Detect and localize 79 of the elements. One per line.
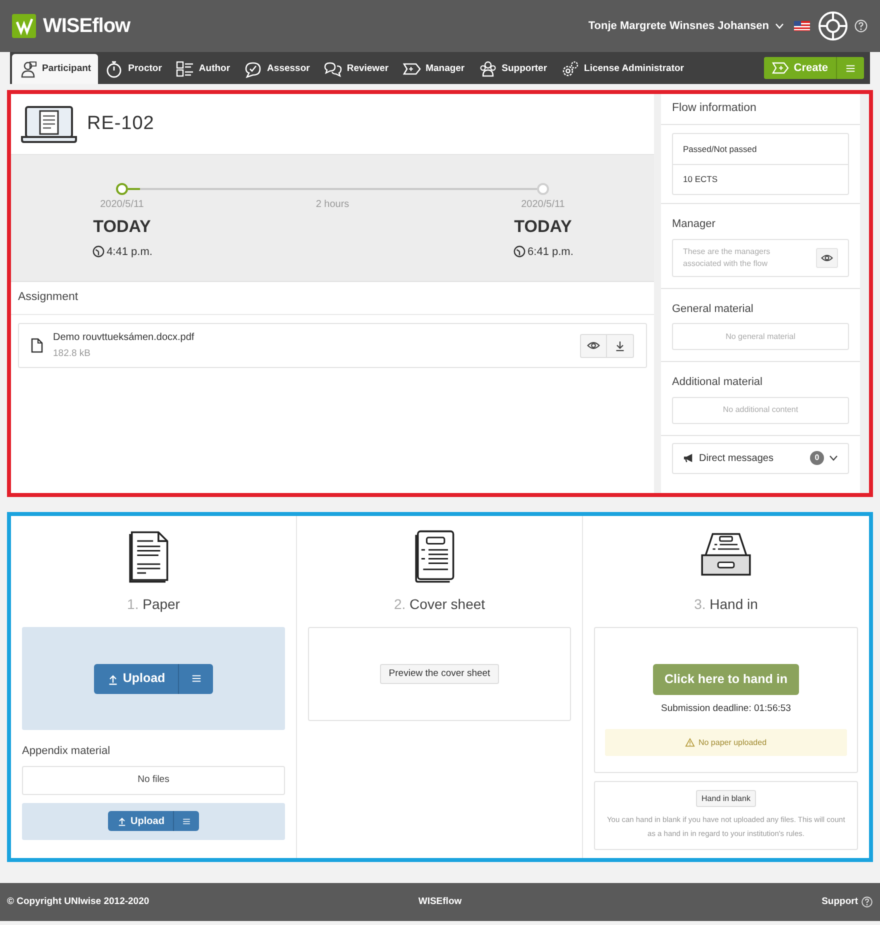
gears-icon bbox=[561, 60, 580, 78]
duration-label: 2 hours bbox=[316, 198, 350, 212]
menu-icon bbox=[845, 62, 856, 74]
deadline-label: Submission deadline: 01:56:53 bbox=[661, 702, 791, 716]
panel-heading: Additional material bbox=[672, 375, 764, 390]
avatar-icon[interactable] bbox=[818, 11, 848, 41]
date-label: 2020/5/11 bbox=[521, 198, 565, 212]
eye-icon bbox=[587, 339, 600, 352]
upload-icon bbox=[116, 816, 127, 826]
help-icon[interactable] bbox=[854, 19, 868, 33]
download-icon bbox=[614, 340, 626, 352]
upload-button[interactable]: Upload bbox=[108, 811, 174, 831]
role-tab[interactable]: Proctor bbox=[98, 54, 169, 84]
laptop-icon bbox=[21, 105, 77, 143]
empty-note: No additional content bbox=[722, 404, 798, 416]
support-link[interactable]: Support bbox=[573, 894, 873, 910]
role-tab[interactable]: Supporter bbox=[472, 54, 554, 84]
count-badge: 0 bbox=[810, 451, 824, 465]
upload-button[interactable]: Upload bbox=[94, 664, 178, 694]
day-label: TODAY bbox=[93, 216, 151, 238]
role-tab[interactable]: Reviewer bbox=[316, 54, 396, 84]
menu-button[interactable] bbox=[836, 57, 864, 79]
direct-messages-toggle[interactable]: Direct messages 0 bbox=[672, 442, 849, 474]
bubble-icon bbox=[244, 60, 262, 78]
info-item: 10 ECTS bbox=[683, 173, 718, 186]
footer-brand: WISEflow bbox=[418, 894, 462, 909]
empty-note: No general material bbox=[726, 330, 796, 342]
date-label: 2020/5/11 bbox=[100, 198, 144, 212]
manager-note: These are the managers associated with the flow bbox=[683, 246, 772, 270]
file-name[interactable]: Demo rouvttueksámen.docx.pdf bbox=[53, 330, 570, 345]
role-tab[interactable]: Manager bbox=[396, 54, 472, 84]
hand-in-blank-button[interactable]: Hand in blank bbox=[696, 790, 756, 807]
megaphone-icon bbox=[683, 453, 694, 463]
chevron-icon bbox=[775, 23, 784, 29]
step-title: 2. Cover sheet bbox=[394, 595, 486, 614]
role-tab[interactable]: License Administrator bbox=[554, 54, 691, 84]
copyright-text: © Copyright UNIwise 2012-2020 bbox=[7, 894, 150, 909]
panel-heading: Flow information bbox=[672, 101, 756, 116]
day-label: TODAY bbox=[514, 216, 572, 238]
view-managers-button[interactable] bbox=[816, 248, 838, 268]
step-title: 3. Hand in bbox=[694, 595, 758, 614]
section-heading: Appendix material bbox=[22, 744, 112, 759]
start-node bbox=[116, 183, 128, 195]
help-icon bbox=[861, 896, 873, 908]
menu-icon bbox=[182, 816, 192, 826]
upload-icon bbox=[106, 672, 119, 684]
time-label: 4:41 p.m. bbox=[106, 244, 152, 260]
bubbles-icon bbox=[324, 60, 342, 78]
section-heading: Assignment bbox=[18, 290, 78, 306]
menu-button[interactable] bbox=[173, 811, 200, 831]
user-menu[interactable]: Tonje Margrete Winsnes Johansen bbox=[588, 18, 784, 34]
clock-icon bbox=[92, 245, 105, 258]
flag-icon bbox=[794, 21, 810, 31]
participant-icon bbox=[19, 60, 37, 78]
menu-icon bbox=[190, 673, 202, 684]
chevron-icon bbox=[829, 455, 838, 461]
file-icon bbox=[31, 338, 43, 353]
menu-button[interactable] bbox=[178, 664, 214, 694]
preview-cover-button[interactable]: Preview the cover sheet bbox=[380, 664, 500, 684]
stopwatch-icon bbox=[105, 60, 124, 78]
role-tab[interactable]: Assessor bbox=[237, 54, 317, 84]
clock-icon bbox=[512, 245, 526, 258]
people-icon bbox=[478, 60, 497, 78]
empty-note: No files bbox=[138, 772, 170, 787]
logo-icon bbox=[12, 14, 36, 38]
step-title: 1. Paper bbox=[127, 595, 180, 614]
flow-title: RE-102 bbox=[87, 112, 154, 136]
plus-tag-icon bbox=[772, 62, 789, 74]
panel-heading: Manager bbox=[672, 217, 716, 232]
brand-name: WISEflow bbox=[43, 14, 130, 39]
role-tab[interactable]: Participant bbox=[12, 54, 98, 84]
time-label: 6:41 p.m. bbox=[528, 244, 574, 260]
role-tab[interactable]: Author bbox=[168, 54, 238, 84]
warning-text: No paper uploaded bbox=[698, 736, 767, 749]
list-icon bbox=[176, 60, 194, 78]
warning-icon bbox=[685, 738, 696, 748]
file-size: 182.8 kB bbox=[53, 346, 92, 361]
panel-heading: General material bbox=[672, 302, 754, 316]
info-item: Passed/Not passed bbox=[683, 142, 757, 156]
